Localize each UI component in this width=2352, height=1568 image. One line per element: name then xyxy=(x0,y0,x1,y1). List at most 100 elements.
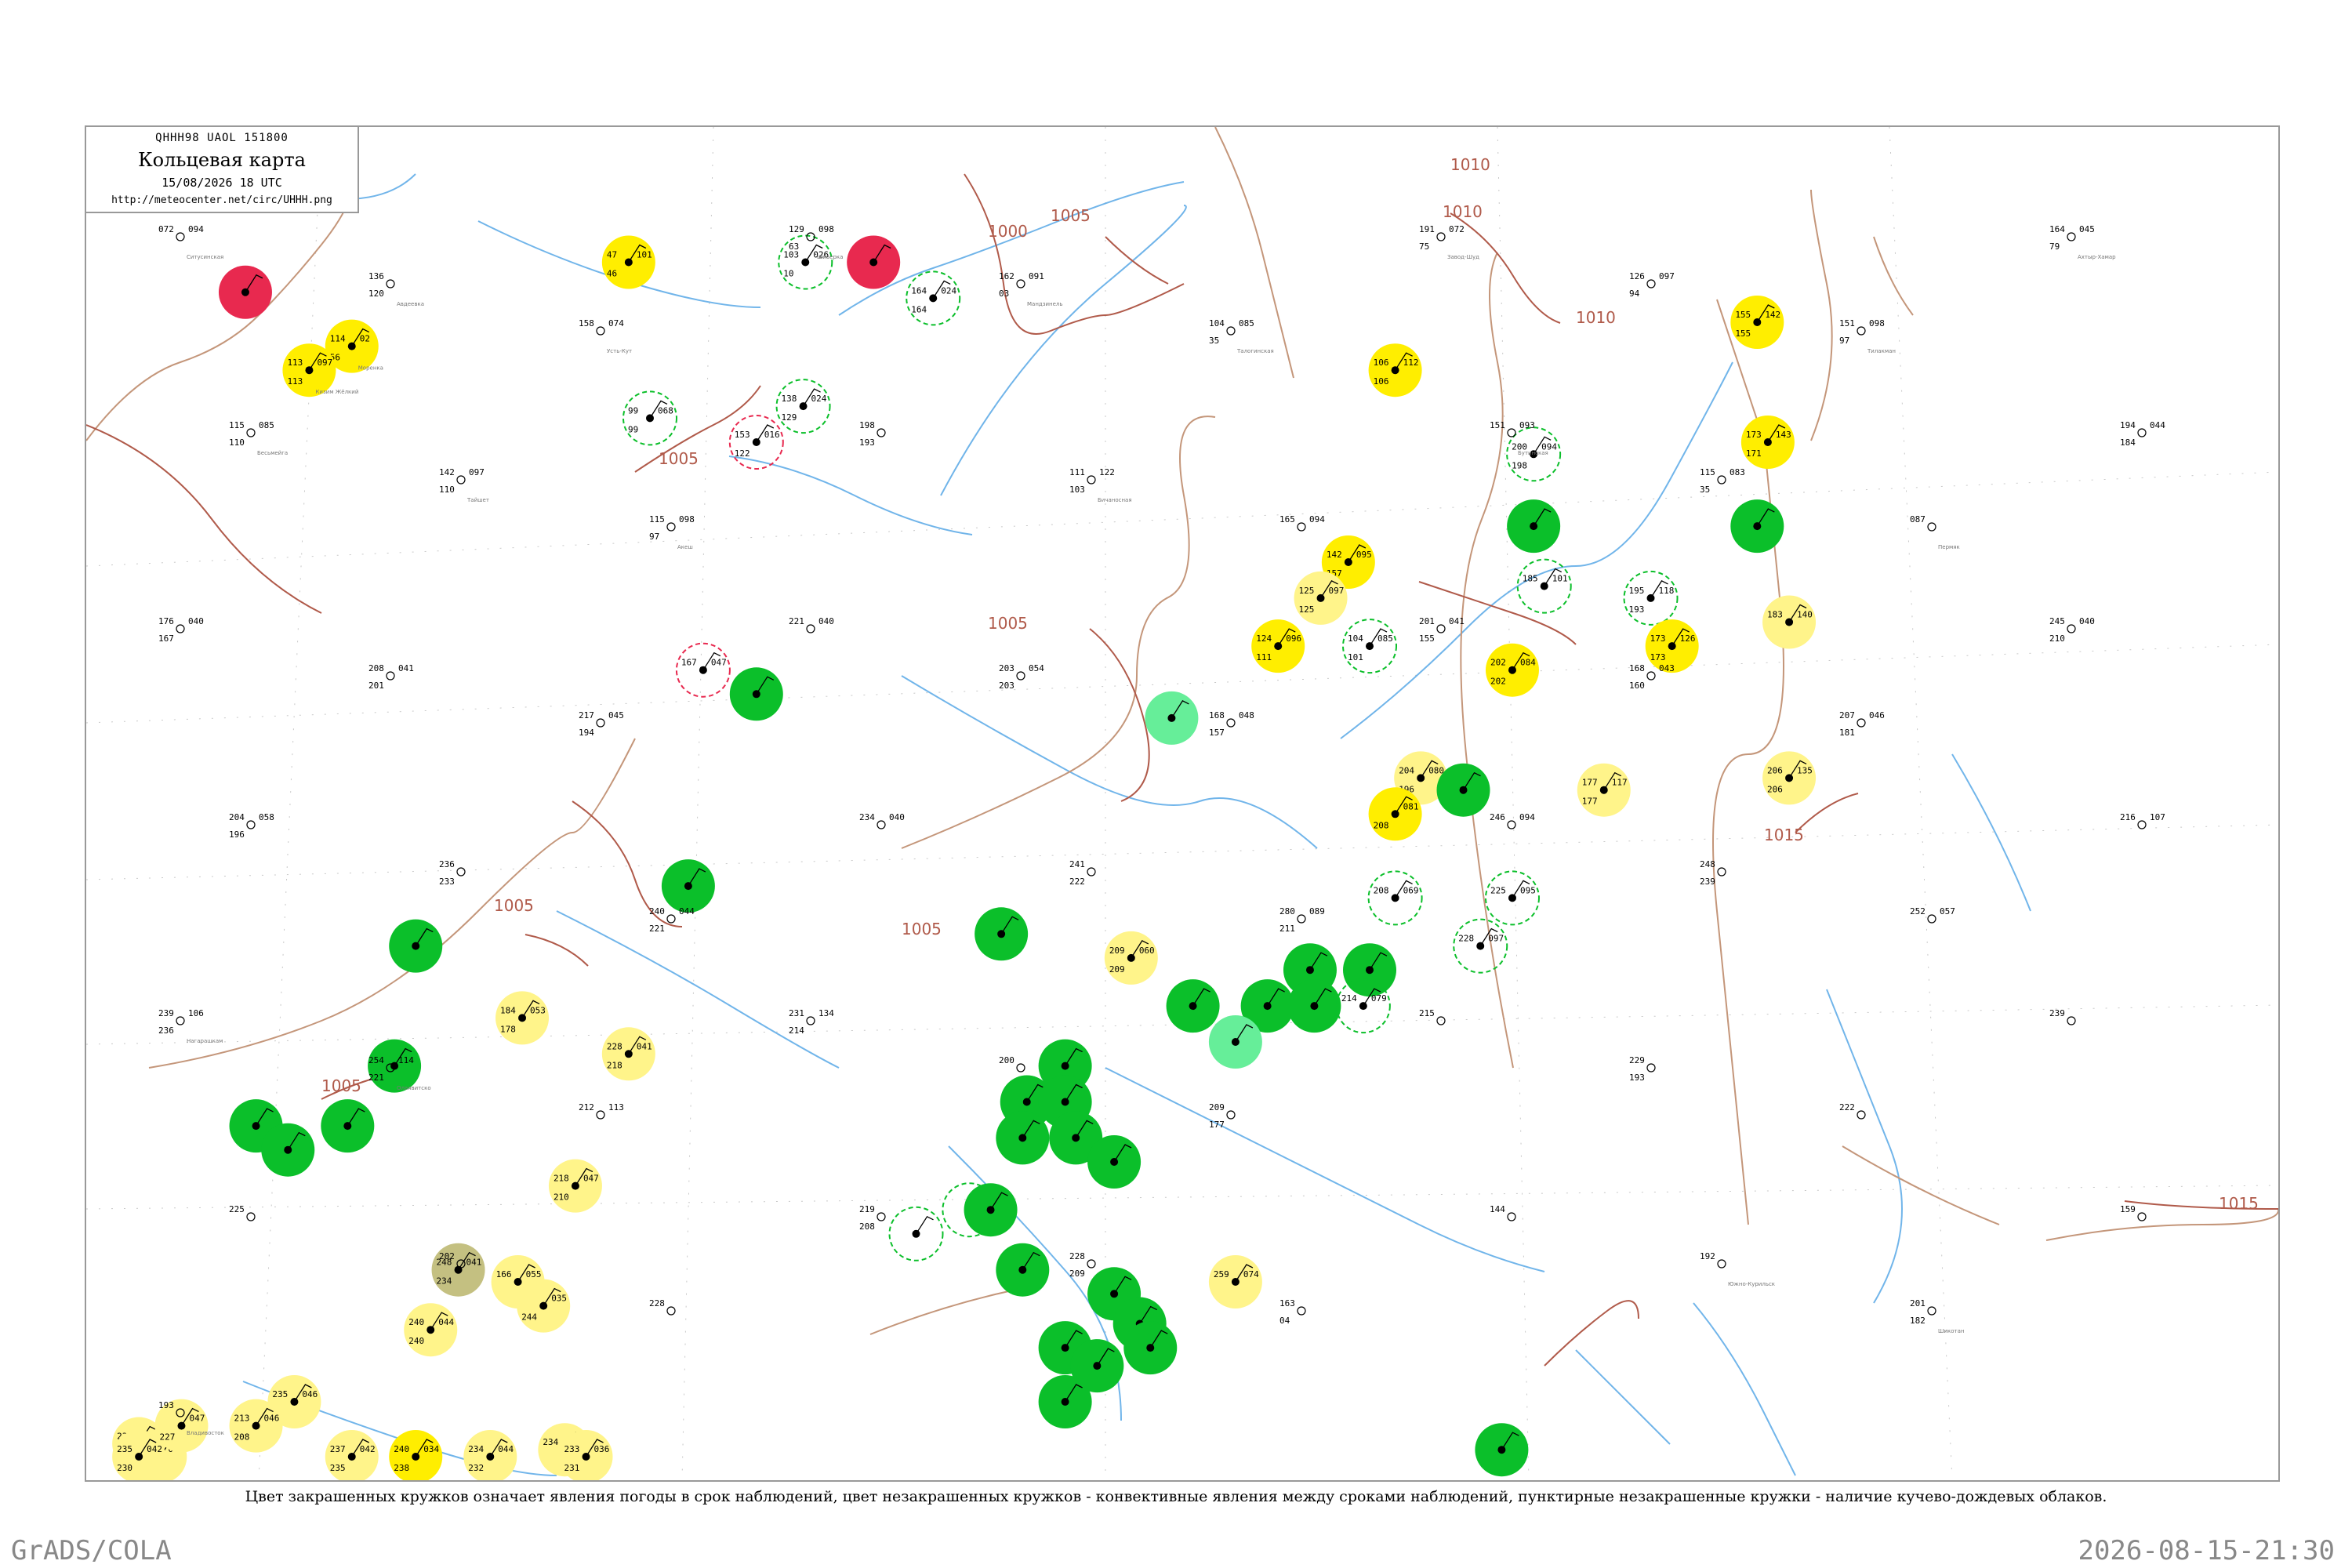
station-pressure: 114 xyxy=(398,1055,414,1065)
station-temperature: 136 xyxy=(368,271,384,281)
isobars xyxy=(86,173,2278,1367)
station-rain xyxy=(261,1123,315,1177)
station-pressure: 093 xyxy=(1519,420,1535,430)
station-marker xyxy=(877,428,886,437)
station-temperature: 207 xyxy=(1839,710,1855,720)
station-name: Южно-Курильск xyxy=(1728,1281,1775,1287)
station-name: Акеш xyxy=(677,544,693,550)
station-marker xyxy=(2137,1212,2147,1221)
station-marker xyxy=(386,279,395,289)
station-dewpoint: 106 xyxy=(1374,376,1389,387)
station-plot: 198 193 xyxy=(859,420,886,448)
station-temperature: 259 xyxy=(1214,1269,1229,1279)
station-rain xyxy=(996,1111,1050,1165)
station-pressure: 057 xyxy=(1940,906,1955,916)
station-thunder xyxy=(218,265,272,319)
station-ring_green: 225 095 xyxy=(1484,870,1540,926)
station-dewpoint: 94 xyxy=(1629,289,1640,299)
station-pressure: 041 xyxy=(1449,616,1465,626)
isobar-label: 1005 xyxy=(988,614,1028,633)
station-ring_red: 167 047 xyxy=(675,642,731,698)
station-pressure: 044 xyxy=(498,1444,514,1454)
isobar-label: 1000 xyxy=(988,222,1028,241)
station-light_haze: 206 206 135 xyxy=(1762,751,1817,805)
station-rain xyxy=(1436,763,1490,817)
station-haze: 124 111 096 xyxy=(1251,619,1305,673)
station-dewpoint: 167 xyxy=(158,633,174,644)
station-pressure: 097 xyxy=(1488,934,1504,944)
station-marker xyxy=(246,428,256,437)
station-dewpoint: 210 xyxy=(2049,633,2065,644)
station-marker xyxy=(596,718,605,728)
station-pressure: 060 xyxy=(1139,946,1155,956)
station-pressure: 046 xyxy=(264,1414,280,1424)
station-dewpoint: 177 xyxy=(1582,797,1598,807)
station-pressure: 095 xyxy=(1356,550,1372,560)
station-plot: 216 107 xyxy=(2120,812,2165,829)
station-pressure: 069 xyxy=(1403,885,1419,895)
station-dewpoint: 194 xyxy=(579,728,594,738)
station-name: Пермяк xyxy=(1938,544,1960,550)
station-dewpoint: 211 xyxy=(1279,924,1295,934)
station-light_haze: 240 240 044 xyxy=(404,1303,458,1357)
station-pressure: 041 xyxy=(466,1258,482,1268)
station-marker xyxy=(877,1212,886,1221)
isobar-label: 1005 xyxy=(494,896,534,915)
station-marker xyxy=(1226,326,1236,336)
station-temperature: 225 xyxy=(229,1204,245,1214)
station-plot: 126 94 097 xyxy=(1629,271,1675,299)
station-temperature: 203 xyxy=(999,663,1014,673)
station-plot: 209 177 xyxy=(1209,1102,1236,1130)
station-pressure: 047 xyxy=(189,1414,205,1424)
station-pressure: 044 xyxy=(2150,420,2165,430)
station-temperature: 222 xyxy=(1839,1102,1855,1112)
station-dewpoint: 164 xyxy=(911,304,927,314)
station-pressure: 040 xyxy=(188,616,204,626)
station-dewpoint: 155 xyxy=(1419,633,1435,644)
station-temperature: 246 xyxy=(1490,812,1505,822)
station-temperature: 228 xyxy=(1458,934,1474,944)
station-temperature: 234 xyxy=(859,812,875,822)
station-dewpoint: 206 xyxy=(1767,784,1783,794)
station-temperature: 214 xyxy=(1341,993,1357,1004)
station-temperature: 115 xyxy=(649,514,665,524)
station-pressure: 048 xyxy=(1239,710,1254,720)
station-light_haze: 234 232 044 xyxy=(463,1430,517,1480)
station-dewpoint: 240 xyxy=(408,1336,424,1346)
station-pressure: 142 xyxy=(1765,310,1780,320)
station-temperature: 177 xyxy=(1582,778,1598,788)
station-pressure: 101 xyxy=(1552,574,1568,584)
station-plot: 236 233 xyxy=(439,859,466,887)
station-ring_green: 10310026 xyxy=(778,234,833,290)
station-marker xyxy=(176,1016,185,1025)
station-name: Авдеевка xyxy=(397,301,424,307)
station-pressure: 041 xyxy=(637,1041,652,1051)
station-plot: 204 196 058 xyxy=(229,812,274,840)
station-marker xyxy=(1087,475,1096,485)
station-pressure: 118 xyxy=(1659,586,1675,596)
isobar-label: 1010 xyxy=(1443,202,1483,221)
station-dewpoint: 201 xyxy=(368,681,384,691)
bulletin-code: QHHH98 UAOL 151800 xyxy=(155,132,289,144)
station-marker xyxy=(1646,671,1656,681)
station-plot: 136 120 Авдеевка xyxy=(368,271,424,307)
station-light_haze: 237 235 042 xyxy=(325,1430,379,1480)
footer-credit: GrADS/COLA xyxy=(11,1535,172,1566)
station-marker xyxy=(1507,428,1516,437)
station-pressure: 097 xyxy=(317,358,332,368)
station-plot: 225 xyxy=(229,1204,256,1221)
station-plot: 231 214 134 xyxy=(789,1008,834,1036)
station-temperature: 252 xyxy=(1910,906,1926,916)
station-name: Олаявитско xyxy=(397,1085,431,1091)
station-dewpoint: 193 xyxy=(859,437,875,448)
station-plot: 280 211 089 xyxy=(1279,906,1325,934)
station-pressure: 085 xyxy=(1377,633,1393,644)
station-dewpoint: 10 xyxy=(783,269,793,279)
station-temperature: 184 xyxy=(500,1005,516,1015)
station-temperature: 164 xyxy=(2049,224,2065,234)
station-dewpoint: 173 xyxy=(1650,652,1666,662)
station-pressure: 096 xyxy=(1286,633,1301,644)
station-pressure: 040 xyxy=(818,616,834,626)
station-marker xyxy=(1016,671,1025,681)
station-temperature: 192 xyxy=(1700,1251,1715,1261)
